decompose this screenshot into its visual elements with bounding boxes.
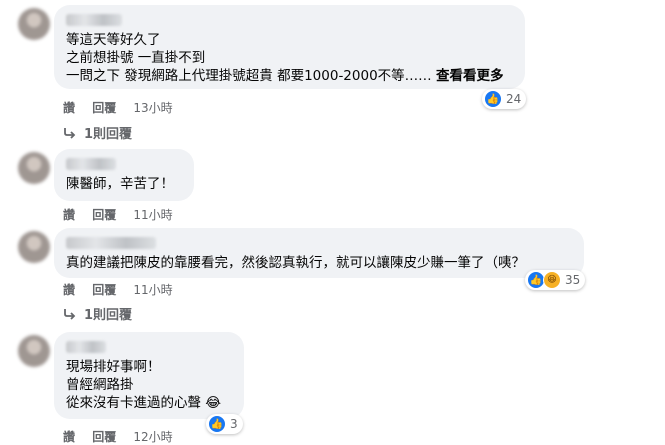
reaction-summary[interactable]: 👍 😆 35: [525, 270, 586, 290]
comment-text-line: 一問之下 發現網路上代理掛號超貴 都要1000-2000不等…… 查看看更多: [66, 68, 504, 84]
comment-text-line: 之前想掛號 一直掛不到: [66, 50, 206, 66]
reply-button[interactable]: 回覆: [92, 430, 116, 444]
comment-text-line: 等這天等好久了: [66, 32, 161, 48]
comment-actions: 讚 回覆 11小時: [63, 206, 186, 223]
like-button[interactable]: 讚: [63, 283, 75, 297]
commenter-name-blurred[interactable]: [66, 341, 106, 353]
thumbs-up-icon: 👍: [484, 90, 502, 108]
comment-actions: 讚 回覆 12小時: [63, 428, 186, 445]
timestamp[interactable]: 11小時: [133, 208, 172, 222]
comment-text-line: 陳醫師，辛苦了！: [66, 176, 174, 192]
commenter-name-blurred[interactable]: [66, 158, 116, 170]
reply-button[interactable]: 回覆: [92, 101, 116, 115]
timestamp[interactable]: 11小時: [133, 283, 172, 297]
avatar[interactable]: [18, 8, 50, 40]
replies-label: 1則回覆: [84, 308, 133, 323]
laughing-face-icon: 😆: [543, 271, 561, 289]
reaction-count: 24: [506, 92, 522, 106]
comment-bubble: 等這天等好久了 之前想掛號 一直掛不到 一問之下 發現網路上代理掛號超貴 都要1…: [54, 5, 525, 89]
timestamp[interactable]: 13小時: [133, 101, 172, 115]
thumbs-up-icon: 👍: [208, 415, 226, 433]
like-button[interactable]: 讚: [63, 208, 75, 222]
reaction-summary[interactable]: 👍 3: [206, 414, 243, 434]
comment-bubble: 真的建議把陳皮的靠腰看完，然後認真執行，就可以讓陳皮少賺一筆了（咦？: [54, 228, 584, 278]
laughing-emoji-icon: 😂: [205, 395, 222, 411]
comment-bubble: 現場排好事啊！ 曾經網路掛 從來沒有卡進過的心聲 😂: [54, 332, 244, 419]
reply-arrow-icon: [64, 308, 76, 320]
comment-actions: 讚 回覆 13小時: [63, 99, 186, 116]
like-button[interactable]: 讚: [63, 430, 75, 444]
avatar[interactable]: [18, 152, 50, 184]
avatar[interactable]: [18, 335, 50, 367]
reaction-summary[interactable]: 👍 24: [482, 89, 527, 109]
view-replies-link[interactable]: 1則回覆: [63, 304, 132, 323]
comment-actions: 讚 回覆 11小時: [63, 281, 186, 298]
reaction-count: 3: [230, 417, 238, 431]
replies-label: 1則回覆: [84, 127, 133, 142]
comment-text-line: 從來沒有卡進過的心聲 😂: [66, 395, 222, 411]
timestamp[interactable]: 12小時: [133, 430, 172, 444]
commenter-name-blurred[interactable]: [66, 237, 156, 249]
comment-text-line: 曾經網路掛: [66, 377, 134, 393]
comment-text-line: 現場排好事啊！: [66, 359, 161, 375]
avatar[interactable]: [18, 231, 50, 263]
reaction-count: 35: [565, 273, 581, 287]
view-replies-link[interactable]: 1則回覆: [63, 123, 132, 142]
reply-button[interactable]: 回覆: [92, 283, 116, 297]
comment-text-line: 真的建議把陳皮的靠腰看完，然後認真執行，就可以讓陳皮少賺一筆了（咦？: [66, 255, 525, 271]
see-more-link[interactable]: 查看看更多: [436, 68, 504, 84]
reply-button[interactable]: 回覆: [92, 208, 116, 222]
like-button[interactable]: 讚: [63, 101, 75, 115]
commenter-name-blurred[interactable]: [66, 14, 122, 26]
reply-arrow-icon: [64, 127, 76, 139]
comment-bubble: 陳醫師，辛苦了！: [54, 149, 194, 201]
